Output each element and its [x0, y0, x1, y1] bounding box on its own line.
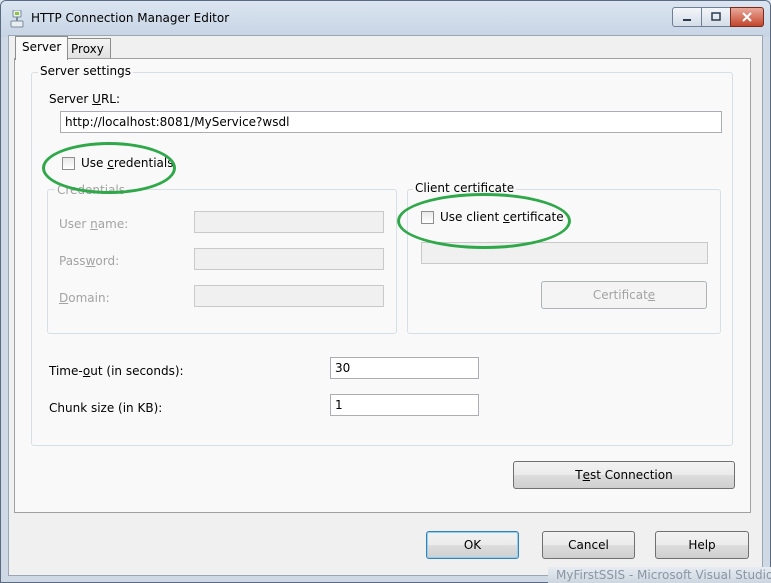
maximize-icon [711, 12, 721, 21]
title-bar[interactable]: HTTP Connection Manager Editor [1, 1, 770, 37]
credentials-label: Credentials [55, 183, 128, 197]
domain-label: Domain: [59, 291, 110, 305]
tab-proxy-label: Proxy [71, 42, 104, 56]
tab-server-label: Server [22, 40, 62, 54]
close-icon [742, 12, 752, 22]
certificate-button: Certificat e [541, 281, 707, 309]
timeout-input[interactable]: 30 [330, 357, 479, 379]
minimize-icon [683, 19, 691, 21]
cancel-button[interactable]: Cancel [542, 531, 635, 559]
client-certificate-field [421, 242, 708, 264]
connection-manager-icon [10, 10, 24, 28]
window-title: HTTP Connection Manager Editor [31, 11, 230, 25]
user-name-input [194, 211, 384, 233]
chunk-size-input[interactable]: 1 [330, 394, 479, 416]
taskbar-item[interactable]: MyFirstSSIS - Microsoft Visual Studio [548, 567, 771, 583]
user-name-label: User name: [59, 217, 129, 231]
password-label: Password: [59, 254, 120, 268]
help-button[interactable]: Help [655, 531, 749, 559]
chunk-size-label: Chunk size (in KB): [49, 401, 163, 415]
client-certificate-label: Client certificate [413, 181, 517, 195]
dialog-window: HTTP Connection Manager Editor Server Pr… [0, 0, 771, 583]
tab-server[interactable]: Server [15, 36, 69, 60]
server-url-label: Server URL: [49, 92, 121, 106]
tab-proxy[interactable]: Proxy [64, 38, 111, 59]
use-client-certificate-checkbox[interactable] [421, 211, 434, 224]
domain-input [194, 285, 384, 307]
use-client-certificate-label[interactable]: Use client certificate [440, 210, 564, 224]
timeout-label: Time-out (in seconds): [49, 364, 184, 378]
minimize-button[interactable] [672, 7, 702, 27]
dialog-client-area: Server Proxy Server settings Server URL:… [8, 35, 763, 576]
maximize-button[interactable] [701, 7, 731, 27]
use-credentials-label[interactable]: Use credentials [81, 156, 173, 170]
use-credentials-checkbox[interactable] [62, 157, 75, 170]
close-button[interactable] [730, 7, 764, 27]
server-url-input[interactable]: http://localhost:8081/MyService?wsdl [60, 111, 722, 133]
password-input [194, 248, 384, 270]
test-connection-button[interactable]: Te st Connection [513, 461, 735, 489]
server-tab-page: Server settings Server URL: http://local… [14, 58, 751, 513]
window-controls [672, 7, 764, 27]
server-settings-label: Server settings [38, 64, 134, 78]
ok-button[interactable]: OK [426, 531, 519, 559]
